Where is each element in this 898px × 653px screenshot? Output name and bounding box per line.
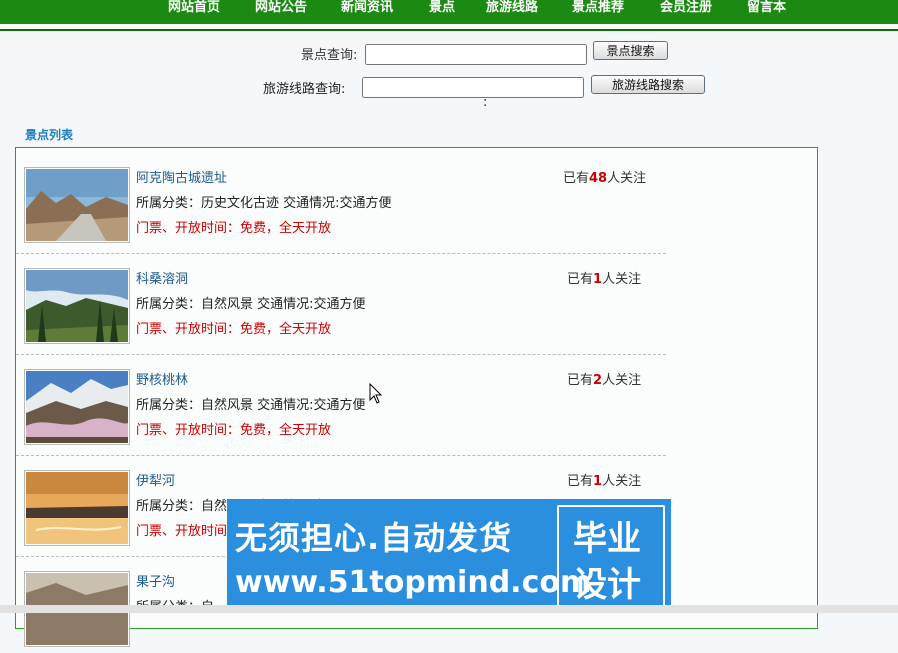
mouse-cursor-icon (369, 383, 383, 404)
scenic-search-button[interactable]: 景点搜索 (593, 41, 668, 60)
river-sunset-image-icon (26, 472, 128, 544)
nav-home[interactable]: 网站首页 (168, 0, 220, 15)
nav-routes[interactable]: 旅游线路 (486, 0, 538, 15)
nav-bottom-strip (0, 24, 898, 29)
scenic-thumbnail[interactable] (24, 470, 130, 546)
scenic-meta: 所属分类：自然风景 交通情况:交通方便 (136, 398, 366, 413)
scenic-meta: 所属分类：自然风景 交通情况:交通方便 (136, 297, 366, 312)
follow-count: 已有1人关注 (567, 474, 642, 489)
scenic-name-link[interactable]: 果子沟 (136, 571, 175, 590)
watermark-box-line-1: 毕业 (573, 519, 641, 559)
follow-count: 已有1人关注 (567, 272, 642, 287)
route-search-button[interactable]: 旅游线路搜索 (591, 75, 705, 94)
top-nav: 网站首页 网站公告 新闻资讯 景点 旅游线路 景点推荐 会员注册 留言本 (0, 0, 898, 31)
scenic-ticket: 门票、开放时间：免费，全天开放 (136, 322, 332, 337)
nav-scenic[interactable]: 景点 (429, 0, 455, 15)
route-search-label: 旅游线路查询: (263, 82, 346, 97)
scenic-ticket: 门票、开放时间：免费，全天开放 (136, 423, 332, 438)
scenic-name-link[interactable]: 伊犁河 (136, 470, 175, 489)
walnut-forest-image-icon (26, 371, 128, 443)
list-item: 科桑溶洞 所属分类：自然风景 交通情况:交通方便 门票、开放时间：免费，全天开放… (16, 249, 666, 355)
nav-register[interactable]: 会员注册 (660, 0, 712, 15)
watermark-banner: 无须担心.自动发货 www.51topmind.com 毕业 设计 (227, 499, 671, 613)
follow-count: 已有48人关注 (563, 171, 647, 186)
scenic-thumbnail[interactable] (24, 167, 130, 243)
watermark-box-line-2: 设计 (573, 565, 641, 605)
nav-news[interactable]: 新闻资讯 (341, 0, 393, 15)
cave-forest-image-icon (26, 270, 128, 342)
list-item: 阿克陶古城遗址 所属分类：历史文化古迹 交通情况:交通方便 门票、开放时间：免费… (16, 148, 666, 254)
scenic-ticket: 门票、开放时间：免费，全天开放 (136, 221, 332, 236)
watermark-logo-box: 毕业 设计 (557, 505, 665, 609)
scenic-search-label: 景点查询: (301, 48, 358, 63)
colon-text: : (483, 95, 488, 110)
watermark-line-1: 无须担心.自动发货 (235, 519, 513, 557)
scenic-name-link[interactable]: 阿克陶古城遗址 (136, 167, 227, 186)
route-search-input[interactable] (362, 77, 584, 98)
scenic-search-input[interactable] (365, 44, 587, 65)
horizontal-scrollbar[interactable] (0, 605, 898, 613)
scenic-thumbnail[interactable] (24, 268, 130, 344)
ruins-image-icon (26, 169, 128, 241)
nav-guestbook[interactable]: 留言本 (747, 0, 786, 15)
nav-announcements[interactable]: 网站公告 (255, 0, 307, 15)
scenic-name-link[interactable]: 野核桃林 (136, 369, 188, 388)
scenic-thumbnail[interactable] (24, 369, 130, 445)
nav-recommend[interactable]: 景点推荐 (572, 0, 624, 15)
section-title: 景点列表 (25, 128, 74, 142)
list-item: 野核桃林 所属分类：自然风景 交通情况:交通方便 门票、开放时间：免费，全天开放… (16, 350, 666, 456)
scenic-name-link[interactable]: 科桑溶洞 (136, 268, 188, 287)
watermark-line-2: www.51topmind.com (235, 565, 592, 600)
follow-count: 已有2人关注 (567, 373, 642, 388)
scenic-meta: 所属分类：历史文化古迹 交通情况:交通方便 (136, 196, 392, 211)
